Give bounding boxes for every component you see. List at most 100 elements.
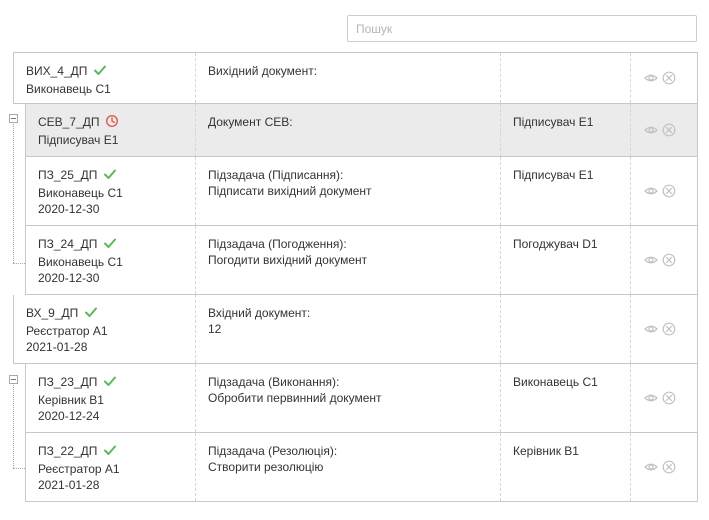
assignee-cell: Виконавець С1 bbox=[500, 364, 630, 432]
close-circle-icon[interactable] bbox=[662, 391, 676, 405]
eye-icon[interactable] bbox=[644, 460, 658, 474]
description-cell: Підзадача (Підписання): Підписати вихідни… bbox=[195, 157, 500, 225]
eye-icon[interactable] bbox=[644, 391, 658, 405]
actions-cell bbox=[630, 104, 697, 156]
code-line: ПЗ_23_ДП bbox=[38, 374, 195, 392]
close-circle-icon[interactable] bbox=[662, 123, 676, 137]
assignee-cell: Підписувач Е1 bbox=[500, 104, 630, 156]
description-cell: Вихідний документ: bbox=[195, 53, 500, 103]
assignee-name: Керівник В1 bbox=[513, 444, 579, 458]
row-actions bbox=[644, 460, 676, 474]
document-subject: Підписати вихідний документ bbox=[208, 184, 372, 198]
row-sev-7[interactable]: СЕВ_7_ДП Підписувач Е1 Документ СЕВ: Підпис… bbox=[25, 104, 698, 157]
row-pz-22[interactable]: ПЗ_22_ДП Реєстратор А1 2021-01-28 Підзадача… bbox=[25, 433, 698, 502]
eye-icon[interactable] bbox=[644, 123, 658, 137]
assignee-name: Підписувач Е1 bbox=[513, 115, 594, 129]
author-name: Виконавець С1 bbox=[26, 82, 111, 96]
code-cell: ПЗ_23_ДП Керівник В1 2020-12-24 bbox=[26, 364, 195, 432]
close-circle-icon[interactable] bbox=[662, 71, 676, 85]
actions-cell bbox=[630, 53, 697, 103]
author-name: Керівник В1 bbox=[38, 393, 104, 407]
row-vyh-4[interactable]: ВИХ_4_ДП Виконавець С1 Вихідний документ: bbox=[13, 52, 698, 104]
created-date: 2021-01-28 bbox=[38, 478, 100, 492]
document-type: Підзадача (Резолюція): bbox=[208, 444, 338, 458]
actions-cell bbox=[630, 364, 697, 432]
document-code: ВИХ_4_ДП bbox=[26, 64, 88, 78]
code-line: ПЗ_25_ДП bbox=[38, 167, 195, 185]
author-name: Реєстратор А1 bbox=[38, 462, 120, 476]
code-line: СЕВ_7_ДП bbox=[38, 114, 195, 132]
close-circle-icon[interactable] bbox=[662, 460, 676, 474]
created-date: 2020-12-24 bbox=[38, 409, 100, 423]
assignee-name: Підписувач Е1 bbox=[513, 168, 594, 182]
eye-icon[interactable] bbox=[644, 253, 658, 267]
author-name: Підписувач Е1 bbox=[38, 133, 119, 147]
assignee-cell: Підписувач Е1 bbox=[500, 157, 630, 225]
author-name: Реєстратор А1 bbox=[26, 324, 108, 338]
document-code: ПЗ_22_ДП bbox=[38, 444, 98, 458]
check-icon bbox=[103, 167, 117, 185]
row-actions bbox=[644, 184, 676, 198]
row-actions bbox=[644, 123, 676, 137]
actions-cell bbox=[630, 295, 697, 363]
author-name: Виконавець С1 bbox=[38, 255, 123, 269]
assignee-name: Погоджувач D1 bbox=[513, 237, 598, 251]
row-actions bbox=[644, 253, 676, 267]
document-subject: Погодити вихідний документ bbox=[208, 253, 368, 267]
row-pz-24[interactable]: ПЗ_24_ДП Виконавець С1 2020-12-30 Підзадача… bbox=[25, 226, 698, 295]
code-line: ВХ_9_ДП bbox=[26, 305, 195, 323]
collapse-toggle-vh-9[interactable] bbox=[9, 375, 18, 384]
row-vh-9[interactable]: ВХ_9_ДП Реєстратор А1 2021-01-28 Вхідний до… bbox=[13, 295, 698, 364]
row-pz-25[interactable]: ПЗ_25_ДП Виконавець С1 2020-12-30 Підзадача… bbox=[25, 157, 698, 226]
clock-icon bbox=[105, 114, 119, 132]
document-type: Вхідний документ: bbox=[208, 306, 311, 320]
description-cell: Підзадача (Виконання): Обробити первинний… bbox=[195, 364, 500, 432]
created-date: 2020-12-30 bbox=[38, 202, 100, 216]
created-date: 2021-01-28 bbox=[26, 340, 88, 354]
check-icon bbox=[103, 374, 117, 392]
document-code: СЕВ_7_ДП bbox=[38, 115, 100, 129]
row-pz-23[interactable]: ПЗ_23_ДП Керівник В1 2020-12-24 Підзадача (… bbox=[25, 364, 698, 433]
code-line: ПЗ_22_ДП bbox=[38, 443, 195, 461]
description-cell: Вхідний документ: 12 bbox=[195, 295, 500, 363]
search-input[interactable] bbox=[347, 15, 697, 42]
check-icon bbox=[93, 63, 107, 81]
document-type: Документ СЕВ: bbox=[208, 115, 293, 129]
row-actions bbox=[644, 322, 676, 336]
row-actions bbox=[644, 391, 676, 405]
document-subject: 12 bbox=[208, 322, 222, 336]
author-name: Виконавець С1 bbox=[38, 186, 123, 200]
close-circle-icon[interactable] bbox=[662, 253, 676, 267]
check-icon bbox=[84, 305, 98, 323]
close-circle-icon[interactable] bbox=[662, 184, 676, 198]
assignee-cell: Керівник В1 bbox=[500, 433, 630, 501]
created-date: 2020-12-30 bbox=[38, 271, 100, 285]
eye-icon[interactable] bbox=[644, 184, 658, 198]
code-cell: ВХ_9_ДП Реєстратор А1 2021-01-28 bbox=[14, 295, 195, 363]
assignee-cell bbox=[500, 295, 630, 363]
collapse-toggle-sev-7[interactable] bbox=[9, 114, 18, 123]
row-actions bbox=[644, 71, 676, 85]
document-subject: Обробити первинний документ bbox=[208, 391, 382, 405]
document-subject: Створити резолюцію bbox=[208, 460, 324, 474]
actions-cell bbox=[630, 157, 697, 225]
check-icon bbox=[103, 236, 117, 254]
document-code: ПЗ_25_ДП bbox=[38, 168, 98, 182]
description-cell: Підзадача (Погодження): Погодити вихідний… bbox=[195, 226, 500, 294]
assignee-cell bbox=[500, 53, 630, 103]
description-cell: Підзадача (Резолюція): Створити резолюцію bbox=[195, 433, 500, 501]
eye-icon[interactable] bbox=[644, 322, 658, 336]
document-code: ПЗ_23_ДП bbox=[38, 375, 98, 389]
document-code: ПЗ_24_ДП bbox=[38, 237, 98, 251]
code-cell: ПЗ_25_ДП Виконавець С1 2020-12-30 bbox=[26, 157, 195, 225]
code-cell: ВИХ_4_ДП Виконавець С1 bbox=[14, 53, 195, 103]
code-line: ВИХ_4_ДП bbox=[26, 63, 195, 81]
code-cell: ПЗ_24_ДП Виконавець С1 2020-12-30 bbox=[26, 226, 195, 294]
document-type: Підзадача (Виконання): bbox=[208, 375, 340, 389]
eye-icon[interactable] bbox=[644, 71, 658, 85]
actions-cell bbox=[630, 226, 697, 294]
close-circle-icon[interactable] bbox=[662, 322, 676, 336]
document-type: Підзадача (Погодження): bbox=[208, 237, 347, 251]
check-icon bbox=[103, 443, 117, 461]
document-code: ВХ_9_ДП bbox=[26, 306, 79, 320]
